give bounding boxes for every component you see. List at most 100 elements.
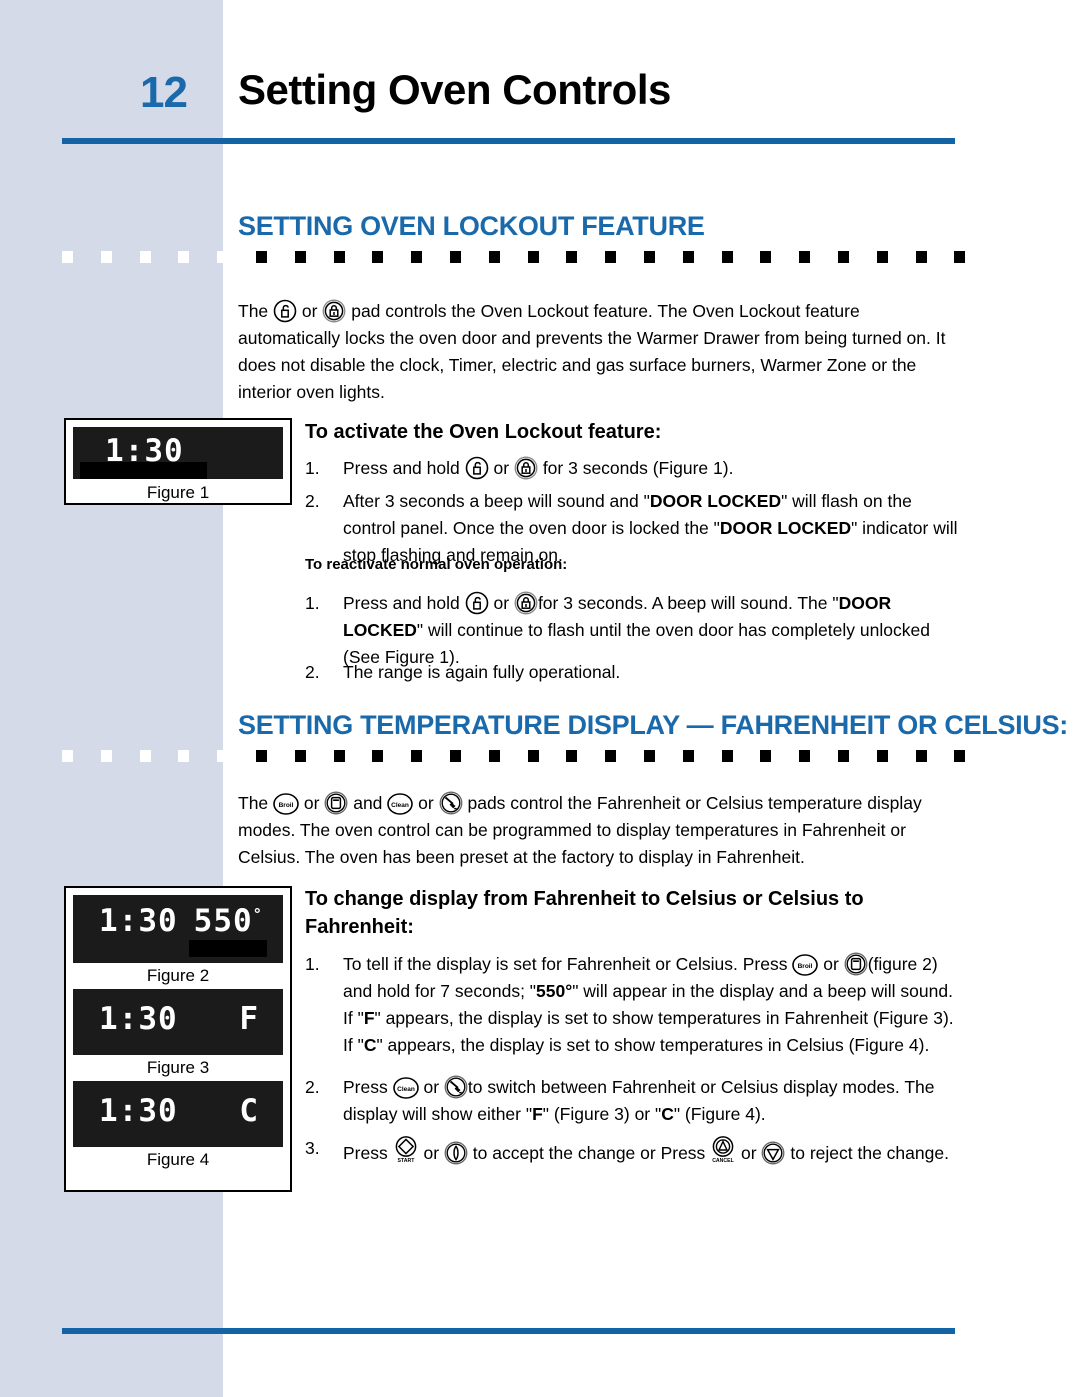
step-change-1-bold-a: 550° xyxy=(536,981,573,1001)
section2-intro-paragraph: The Broil or and Clean or pads control t… xyxy=(238,790,953,871)
step-change-2-e: " (Figure 4). xyxy=(673,1104,766,1124)
divider-dot xyxy=(411,251,423,263)
figure-1-indicator-bar xyxy=(80,462,207,479)
broil-element-icon[interactable] xyxy=(844,952,868,976)
divider-dot xyxy=(760,251,772,263)
footer-rule xyxy=(62,1328,955,1334)
step-change-2-d: " (Figure 3) or " xyxy=(542,1104,662,1124)
start-outline-icon[interactable] xyxy=(444,1141,468,1165)
divider-dot xyxy=(178,750,190,762)
divider-dot xyxy=(644,251,655,263)
figure-2-indicator-bar xyxy=(189,940,267,957)
step-reactivate-1-c: for 3 seconds. A beep will sound. The " xyxy=(537,593,839,613)
divider-dot xyxy=(372,750,384,762)
page-number: 12 xyxy=(140,68,188,117)
step-change-2-bold-b: C xyxy=(661,1104,674,1124)
divider-dot xyxy=(876,750,888,762)
self-clean-brush-icon[interactable] xyxy=(444,1075,468,1099)
figure-4-time: 1:30 xyxy=(99,1093,178,1129)
intro-text-part-2: or xyxy=(301,301,318,321)
step-reactivate-2-text: The range is again fully operational. xyxy=(343,662,621,682)
padlock-open-icon[interactable] xyxy=(273,299,297,323)
step-activate-1-text: Press and hold or for 3 seconds (Figure … xyxy=(343,455,955,482)
step-change-2-number: 2. xyxy=(305,1077,320,1097)
divider-dot xyxy=(527,251,539,263)
divider-dot xyxy=(333,750,345,762)
step-change-1-b: or xyxy=(823,954,839,974)
step-change-1-text: To tell if the display is set for Fahren… xyxy=(343,951,960,1059)
divider-dot xyxy=(294,251,306,263)
broil-element-icon[interactable] xyxy=(324,791,348,815)
svg-text:Broil: Broil xyxy=(279,802,294,809)
divider-dot xyxy=(838,750,849,762)
step-activate-2-bold-b: DOOR LOCKED xyxy=(719,518,852,538)
divider-dot xyxy=(566,750,578,762)
broil-pad-icon[interactable]: Broil xyxy=(792,954,819,976)
divider-dot xyxy=(294,750,306,762)
step-change-1: 1. To tell if the display is set for Fah… xyxy=(305,951,960,1059)
figure-2-caption: Figure 2 xyxy=(146,966,210,985)
figure-3-caption: Figure 3 xyxy=(146,1058,210,1077)
figure-2-degree-symbol: ° xyxy=(252,905,263,924)
divider-dot xyxy=(450,750,461,762)
padlock-open-icon[interactable] xyxy=(465,456,489,480)
padlock-closed-icon[interactable] xyxy=(514,456,538,480)
figure-2-temp-value: 550 xyxy=(193,903,253,939)
divider-dot xyxy=(139,750,151,762)
start-pad-icon[interactable]: START xyxy=(393,1135,419,1165)
divider-dot xyxy=(488,750,500,762)
step-change-3-text: Press START or to accept the change or P… xyxy=(343,1135,960,1167)
padlock-closed-icon[interactable] xyxy=(514,591,538,615)
clean-pad-icon[interactable]: Clean xyxy=(392,1077,419,1099)
step-change-1-bold-c: C xyxy=(363,1035,377,1055)
figure-1-caption: Figure 1 xyxy=(146,483,210,502)
divider-dot xyxy=(450,251,461,263)
divider-dot xyxy=(799,251,811,263)
divider-dot xyxy=(760,750,772,762)
figure-3-mode: F xyxy=(239,1001,259,1037)
step-reactivate-1-b: or xyxy=(493,593,510,613)
intro2-text-part-4: or xyxy=(418,793,434,813)
step-activate-2-a: After 3 seconds a beep will sound and " xyxy=(343,491,650,511)
step-reactivate-2: 2. The range is again fully operational. xyxy=(305,659,955,686)
padlock-open-icon[interactable] xyxy=(465,591,489,615)
svg-text:Clean: Clean xyxy=(397,1086,415,1093)
divider-dot xyxy=(62,251,73,263)
divider-dot xyxy=(876,251,888,263)
divider-dot xyxy=(721,750,733,762)
cancel-pad-icon[interactable]: CANCEL xyxy=(710,1135,736,1165)
divider-dot xyxy=(605,251,617,263)
divider-dot xyxy=(954,750,966,762)
divider-dot xyxy=(256,750,267,762)
step-change-2-a: Press xyxy=(343,1077,388,1097)
divider-dot xyxy=(682,750,694,762)
figure-1-frame: 1:30 Figure 1 xyxy=(64,418,292,505)
padlock-closed-icon[interactable] xyxy=(322,299,346,323)
divider-dot xyxy=(372,251,384,263)
divider-dot xyxy=(217,750,229,762)
section-divider-dots-2 xyxy=(62,750,966,762)
intro2-text-part-1: The xyxy=(238,793,269,813)
divider-dot xyxy=(100,251,112,263)
divider-dot xyxy=(605,750,617,762)
divider-dot xyxy=(217,251,229,263)
step-change-3-a: Press xyxy=(343,1143,388,1163)
section-divider-dots-1 xyxy=(62,251,966,263)
svg-text:Clean: Clean xyxy=(391,802,409,809)
svg-text:START: START xyxy=(397,1158,415,1164)
subheading-change-display: To change display from Fahrenheit to Cel… xyxy=(305,888,864,938)
divider-dot xyxy=(139,251,151,263)
step-activate-2-bold-a: DOOR LOCKED xyxy=(649,491,782,511)
clean-pad-icon[interactable]: Clean xyxy=(387,793,414,815)
step-change-3-c: to accept the change or Press xyxy=(472,1143,706,1163)
divider-dot xyxy=(915,750,927,762)
divider-dot xyxy=(100,750,112,762)
self-clean-brush-icon[interactable] xyxy=(439,791,463,815)
cancel-outline-icon[interactable] xyxy=(761,1141,785,1165)
figure-3-display: 1:30 F xyxy=(73,989,283,1055)
figures-2-3-4-frame: 1:30 550° Figure 2 1:30 F Figure 3 1:30 … xyxy=(64,886,292,1192)
figure-2-display: 1:30 550° xyxy=(73,895,283,963)
broil-pad-icon[interactable]: Broil xyxy=(273,793,299,815)
subheading-activate-lockout: To activate the Oven Lockout feature: xyxy=(305,421,662,443)
svg-text:Broil: Broil xyxy=(798,963,813,970)
